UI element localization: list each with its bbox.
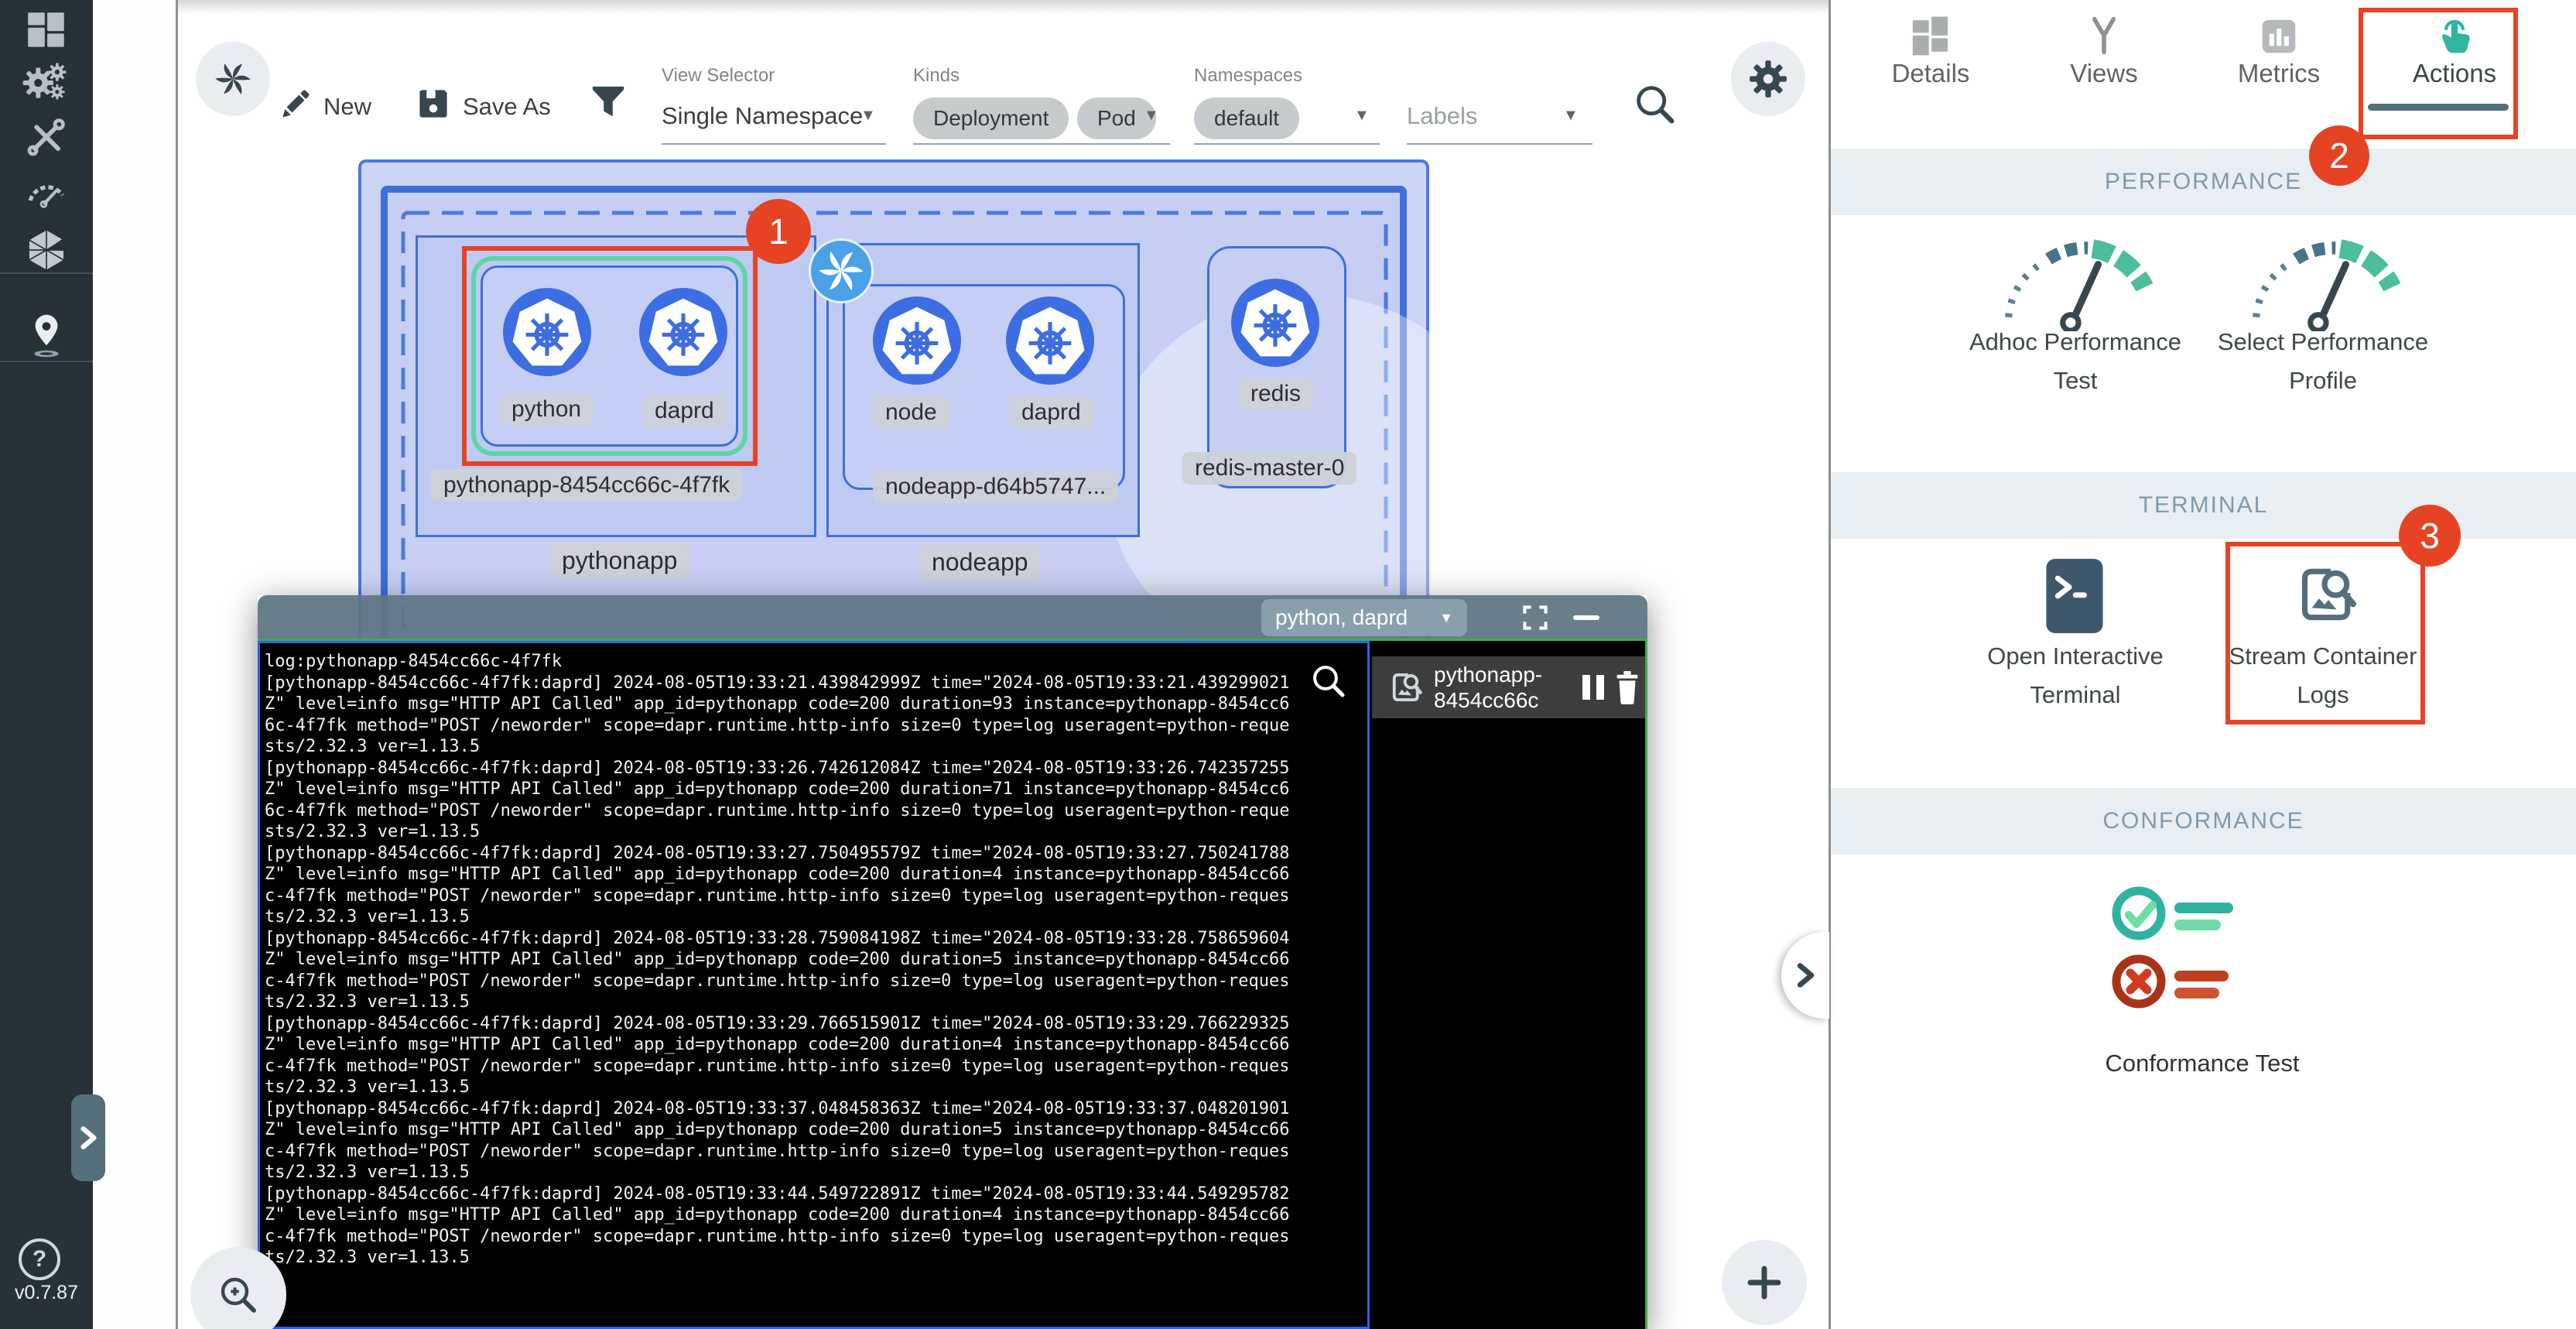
sidebar-expand-handle[interactable] [71, 1094, 105, 1181]
namespaces-label: Namespaces [1194, 65, 1302, 87]
tab-details[interactable]: Details [1873, 14, 1989, 88]
container-label: node [873, 396, 949, 429]
namespace-label: pythonapp [549, 543, 689, 578]
save-icon[interactable] [416, 87, 450, 125]
select-profile-gauge-icon[interactable] [2236, 229, 2410, 335]
select-profile-label2[interactable]: Profile [2160, 367, 2485, 395]
terminal-window: python, daprd ▼ log:pythonapp-8454cc66c-… [258, 595, 1647, 1329]
container-daprd2-icon[interactable] [1006, 296, 1094, 385]
terminal-titlebar[interactable]: python, daprd ▼ [258, 595, 1647, 639]
sidebar-divider [0, 361, 93, 362]
labels-input[interactable]: Labels [1407, 102, 1477, 130]
namespaces-caret-icon[interactable]: ▼ [1354, 107, 1370, 125]
app-version: v0.7.87 [0, 1282, 93, 1304]
lifecycle-gears-icon[interactable] [17, 56, 76, 110]
annotation-rect-1 [462, 246, 758, 466]
conformance-test-label[interactable]: Conformance Test [2040, 1050, 2365, 1077]
dropdown-caret-icon: ▼ [1439, 610, 1453, 626]
kinds-caret-icon[interactable]: ▼ [1144, 107, 1159, 125]
container-selector-dropdown[interactable]: python, daprd ▼ [1261, 599, 1467, 636]
secondary-rail: WA [93, 0, 178, 1329]
pod-name-label: pythonapp-8454cc66c-4f7fk [431, 469, 742, 502]
kinds-label: Kinds [913, 65, 960, 87]
kind-chip-deployment[interactable]: Deployment [913, 98, 1069, 139]
help-icon[interactable]: ? [19, 1238, 60, 1280]
minimize-icon[interactable] [1573, 615, 1599, 620]
container-redis-icon[interactable] [1231, 279, 1319, 367]
adhoc-performance-gauge-icon[interactable] [1989, 229, 2162, 335]
view-selector-caret-icon[interactable]: ▼ [860, 107, 876, 125]
section-header-performance: PERFORMANCE [1831, 149, 2576, 215]
interactive-terminal-icon[interactable] [2043, 559, 2106, 637]
settings-gear-button[interactable] [1731, 42, 1805, 116]
session-stream-icon [1384, 668, 1423, 707]
container-label: redis [1238, 378, 1313, 410]
pod-name-label: redis-master-0 [1182, 452, 1356, 485]
dashboard-icon[interactable] [17, 3, 76, 57]
session-controls [1581, 670, 1643, 704]
container-selector-value: python, daprd [1275, 605, 1408, 630]
fullscreen-icon[interactable] [1521, 603, 1550, 632]
log-pane[interactable]: log:pythonapp-8454cc66c-4f7fk [pythonapp… [258, 641, 1370, 1329]
kinds-underline [913, 143, 1170, 145]
section-header-conformance: CONFORMANCE [1831, 788, 2576, 855]
labels-caret-icon[interactable]: ▼ [1563, 107, 1579, 125]
annotation-badge-1: 1 [746, 199, 811, 264]
pause-stream-icon[interactable] [1581, 672, 1607, 703]
snowflake-menu-button[interactable] [196, 42, 270, 116]
tab-metrics[interactable]: Metrics [2221, 14, 2337, 88]
search-icon[interactable] [1631, 80, 1679, 132]
dapr-badge-icon[interactable] [809, 238, 874, 303]
log-text: log:pythonapp-8454cc66c-4f7fk [pythonapp… [265, 651, 1363, 1269]
annotation-rect-2 [2359, 8, 2518, 139]
tab-views[interactable]: Views [2046, 14, 2162, 88]
namespace-label: nodeapp [919, 545, 1041, 580]
session-name: pythonapp- 8454cc66c [1434, 662, 1581, 713]
namespace-chip-default[interactable]: default [1194, 98, 1299, 139]
top-shadow [178, 0, 1829, 14]
view-selector-underline [662, 143, 886, 145]
annotation-badge-3: 3 [2399, 505, 2461, 567]
sidebar-divider [0, 272, 93, 274]
select-profile-label[interactable]: Select Performance [2160, 328, 2485, 356]
annotation-badge-2: 2 [2309, 125, 2369, 186]
configuration-tools-icon[interactable] [17, 110, 76, 164]
container-node-icon[interactable] [873, 296, 961, 385]
pencil-icon[interactable] [279, 87, 313, 125]
view-selector-value[interactable]: Single Namespace [662, 102, 863, 130]
new-button[interactable]: New [323, 93, 371, 121]
terminal-content: log:pythonapp-8454cc66c-4f7fk [pythonapp… [258, 639, 1647, 1329]
pod-name-label: nodeapp-d64b5747... [873, 471, 1118, 503]
kanvas-pin-icon[interactable] [17, 308, 76, 362]
filter-funnel-icon[interactable] [590, 84, 627, 128]
conformance-checklist-icon[interactable] [2109, 882, 2295, 1026]
extensions-hex-icon[interactable] [17, 223, 76, 277]
performance-gauge-icon[interactable] [17, 164, 76, 218]
left-sidebar: ? v0.7.87 [0, 0, 93, 1329]
namespaces-underline [1194, 143, 1380, 145]
annotation-rect-3 [2225, 542, 2425, 724]
delete-session-icon[interactable] [1612, 670, 1643, 704]
container-label: daprd [1009, 396, 1093, 429]
meshery-app: ? v0.7.87 WA [0, 0, 2576, 1329]
view-selector-label: View Selector [662, 65, 775, 87]
section-header-terminal: TERMINAL [1831, 472, 2576, 539]
log-session-row[interactable]: pythonapp- 8454cc66c [1372, 656, 1645, 718]
add-node-button[interactable] [1722, 1240, 1807, 1325]
save-as-button[interactable]: Save As [463, 93, 551, 121]
log-search-icon[interactable] [1309, 661, 1349, 701]
labels-underline [1407, 143, 1592, 145]
